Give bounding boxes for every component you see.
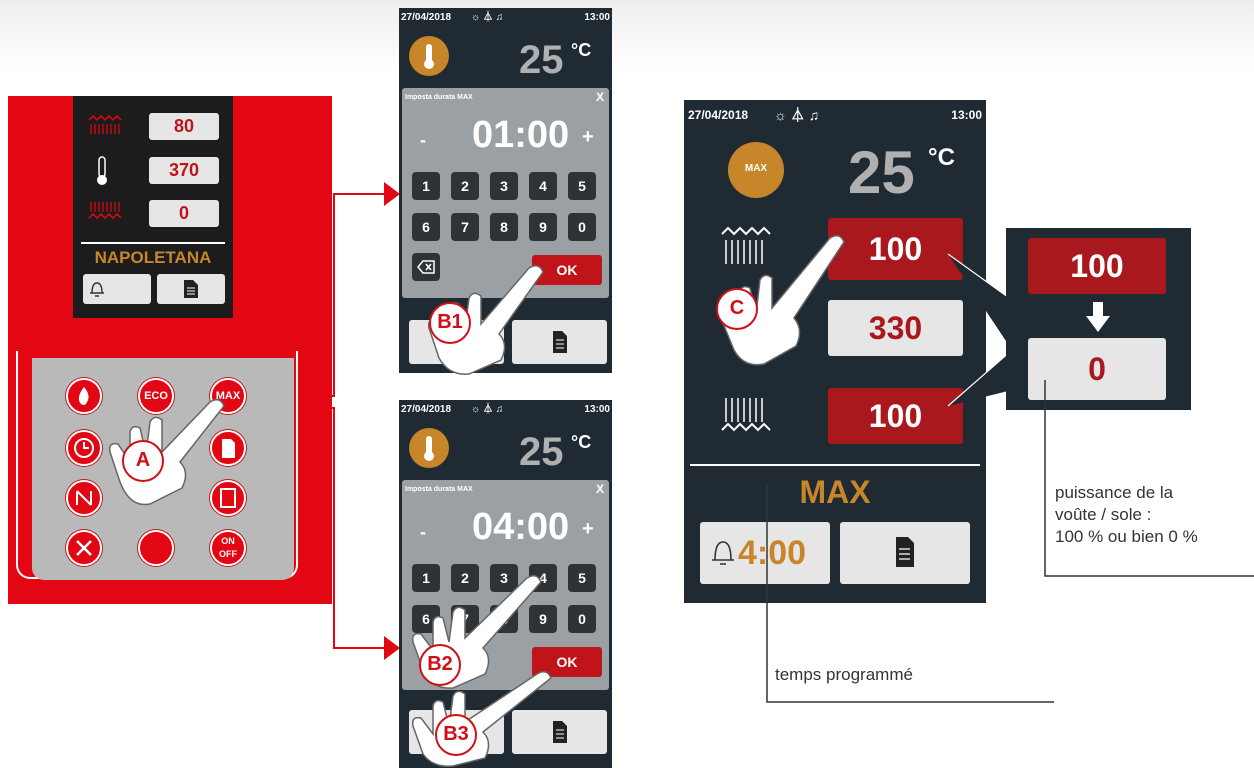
temperature-display: 25 (848, 139, 915, 206)
close-button[interactable]: X (596, 482, 604, 496)
date: 27/04/2018 (688, 108, 749, 122)
status-bar: 27/04/2018 ☼ ⏃ ♫ 13:00 (684, 100, 986, 130)
on-off-key[interactable]: ON OFF (210, 530, 246, 566)
status-bar: 27/04/2018 ☼ ⏃ ♫ 13:00 (399, 400, 612, 420)
off-label: OFF (219, 549, 237, 559)
arrow-down-icon (1086, 302, 1110, 332)
minus-button[interactable]: - (420, 130, 426, 151)
top-power-value[interactable]: 80 (149, 113, 219, 140)
key-0[interactable]: 0 (568, 213, 596, 241)
time: 13:00 (951, 108, 982, 122)
status-icons: ☼ ⏃ ♫ (471, 404, 504, 415)
plus-button[interactable]: + (582, 126, 594, 149)
key-8[interactable]: 8 (490, 213, 518, 241)
step-a-badge: A (122, 440, 164, 482)
time: 13:00 (584, 404, 610, 415)
tools-key[interactable] (66, 530, 102, 566)
oven-display: 80 370 0 NAPOLETANA (73, 96, 233, 318)
top-heat-icon (88, 114, 122, 134)
on-label: ON (221, 536, 235, 546)
blank-key[interactable] (138, 530, 174, 566)
power-annotation: puissance de la voûte / sole : 100 % ou … (1055, 482, 1198, 548)
program-name: NAPOLETANA (94, 248, 212, 267)
dialog-title: Imposta durata MAX (405, 486, 473, 493)
tools-icon (76, 540, 92, 556)
power-annotation-line1: puissance de la (1055, 483, 1174, 502)
temperature-display: 25 (519, 430, 564, 474)
status-icons: ☼ ⏃ ♫ (471, 12, 504, 23)
close-button[interactable]: X (596, 90, 604, 104)
status-bar: 27/04/2018 ☼ ⏃ ♫ 13:00 (399, 8, 612, 28)
step-c-badge: C (716, 288, 758, 330)
key-9[interactable]: 9 (529, 213, 557, 241)
date: 27/04/2018 (401, 404, 452, 415)
connector-arrows (310, 182, 400, 660)
temperature-unit: °C (571, 40, 592, 60)
bell-icon (712, 541, 734, 565)
pointing-hand-icon (411, 671, 552, 767)
time-annotation: temps programmé (775, 665, 913, 684)
key-2[interactable]: 2 (451, 172, 479, 200)
thermometer-icon (97, 156, 107, 185)
key-1[interactable]: 1 (412, 172, 440, 200)
max-mode-badge: MAX (728, 142, 784, 198)
bottom-power-value[interactable]: 0 (149, 200, 219, 227)
background-gradient (0, 0, 1254, 70)
key-0[interactable]: 0 (568, 605, 596, 633)
bottom-heat-icon (88, 202, 122, 220)
dialog-title: Imposta durata MAX (405, 94, 473, 101)
date: 27/04/2018 (401, 12, 452, 23)
oven-control-panel: 80 370 0 NAPOLETANA ECO MAX ON OFF A (8, 96, 332, 604)
divider (81, 242, 225, 244)
document-button[interactable] (157, 274, 225, 304)
step-b3-badge: B3 (435, 714, 477, 756)
plus-button[interactable]: + (582, 518, 594, 541)
document-icon (184, 280, 198, 298)
temperature-display: 25 (519, 38, 564, 82)
temperature-value[interactable]: 370 (149, 157, 219, 184)
power-annotation-line3: 100 % ou bien 0 % (1055, 527, 1198, 546)
status-icons: ☼ ⏃ ♫ (774, 107, 820, 123)
minus-button[interactable]: - (420, 522, 426, 543)
step-b1-badge: B1 (429, 302, 471, 344)
thermometer-icon (409, 428, 449, 468)
power-annotation-line2: voûte / sole : (1055, 505, 1152, 524)
max-mode-label: MAX (744, 163, 768, 174)
alarm-button[interactable] (83, 274, 151, 304)
key-4[interactable]: 4 (529, 172, 557, 200)
temperature-unit: °C (928, 144, 955, 171)
key-3[interactable]: 3 (490, 172, 518, 200)
power-from-value: 100 (1028, 238, 1166, 294)
key-5[interactable]: 5 (568, 172, 596, 200)
pointing-hand-icon (108, 399, 225, 506)
key-5[interactable]: 5 (568, 564, 596, 592)
duration-value: 01:00 (472, 114, 570, 156)
time: 13:00 (584, 12, 610, 23)
duration-value: 04:00 (472, 506, 570, 548)
key-6[interactable]: 6 (412, 213, 440, 241)
key-7[interactable]: 7 (451, 213, 479, 241)
thermometer-icon (409, 36, 449, 76)
screen-set-duration-1: 27/04/2018 ☼ ⏃ ♫ 13:00 25 °C Imposta dur… (399, 8, 612, 375)
temperature-unit: °C (571, 432, 592, 452)
screen-set-duration-2: 27/04/2018 ☼ ⏃ ♫ 13:00 25 °C Imposta dur… (399, 400, 612, 768)
bell-icon (90, 282, 104, 297)
